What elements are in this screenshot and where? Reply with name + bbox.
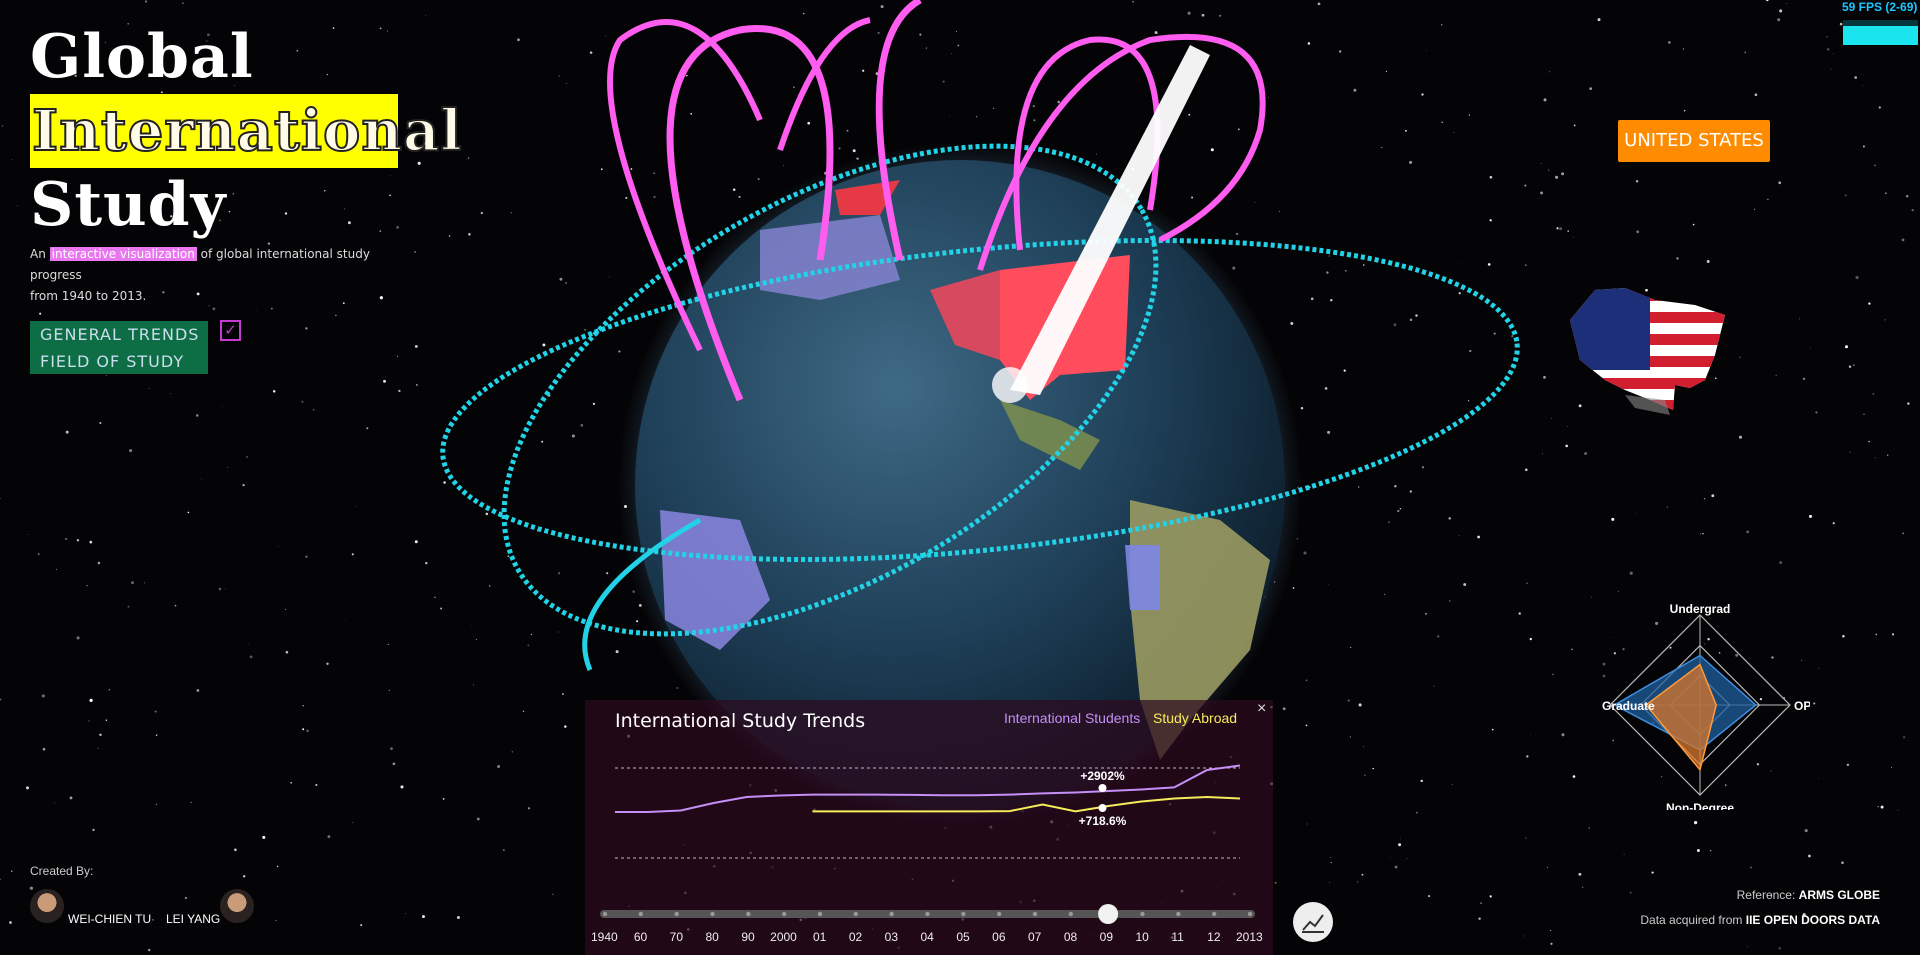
slider-tick <box>638 911 644 917</box>
menu-general-trends[interactable]: GENERAL TRENDS <box>30 321 208 348</box>
slider-tick <box>1211 911 1217 917</box>
country-selector-button[interactable]: UNITED STATES <box>1618 120 1770 162</box>
year-slider[interactable] <box>600 900 1260 930</box>
line-chart-icon <box>1302 914 1324 933</box>
timeline-year-label[interactable]: 12 <box>1207 930 1220 944</box>
slider-handle[interactable] <box>1098 904 1119 924</box>
timeline-year-label[interactable]: 2013 <box>1236 930 1263 944</box>
timeline-year-label[interactable]: 05 <box>956 930 969 944</box>
title-global: Global <box>30 22 254 92</box>
subtitle-highlight: interactive visualization <box>49 247 197 261</box>
timeline-year-label[interactable]: 70 <box>670 930 683 944</box>
data-source-label: Data acquired from <box>1640 913 1746 927</box>
avatar-lei-yang <box>220 889 254 923</box>
slider-tick <box>602 911 608 917</box>
view-menu: GENERAL TRENDS FIELD OF STUDY <box>30 321 208 374</box>
slider-tick <box>961 911 966 917</box>
reference-link[interactable]: ARMS GLOBE <box>1799 888 1880 902</box>
general-trends-checkbox[interactable]: ✓ <box>220 320 241 341</box>
timeline-year-label[interactable]: 06 <box>992 930 1005 944</box>
slider-tick <box>817 911 823 917</box>
slider-tick <box>925 911 930 917</box>
degree-radar-chart: Undergrad OPT Non-Degree Graduate <box>1602 602 1810 810</box>
timeline-year-label[interactable]: 07 <box>1028 930 1041 944</box>
trend-annotation-a: +2902% <box>1080 769 1125 783</box>
trend-annotation-b: +718.6% <box>1079 814 1127 828</box>
timeline-year-label[interactable]: 90 <box>741 930 754 944</box>
reference-label: Reference: <box>1736 888 1799 902</box>
created-by-label: Created By: <box>30 864 94 878</box>
timeline-year-label[interactable]: 02 <box>849 930 862 944</box>
slider-tick <box>1032 911 1038 917</box>
country-flag-map <box>1570 288 1725 415</box>
subtitle: An interactive visualization of global i… <box>30 244 390 307</box>
arc-origin-glow <box>992 367 1028 403</box>
timeline-year-label[interactable]: 1940 <box>591 930 618 944</box>
author-2: LEI YANG <box>166 912 221 926</box>
timeline-year-label[interactable]: 2000 <box>770 930 797 944</box>
trend-marker-b <box>1098 804 1107 812</box>
slider-tick <box>674 911 679 917</box>
chart-toggle-button[interactable] <box>1293 902 1333 942</box>
radar-label-undergrad: Undergrad <box>1670 602 1731 616</box>
trend-series-international-students <box>615 764 1241 813</box>
trend-marker-a <box>1098 784 1107 792</box>
timeline-year-label[interactable]: 01 <box>813 930 826 944</box>
avatar-wei-chien-tu <box>30 889 64 923</box>
slider-tick <box>1176 911 1181 917</box>
radar-label-non-degree: Non-Degree <box>1666 801 1734 810</box>
slider-tick <box>1247 911 1253 917</box>
subtitle-text-2: from 1940 to 2013. <box>30 289 147 303</box>
slider-tick <box>853 911 859 917</box>
landmass-highlight <box>1125 545 1160 610</box>
fps-graph-fill <box>1843 26 1918 45</box>
slider-tick <box>710 911 715 917</box>
timeline-year-label[interactable]: 03 <box>885 930 898 944</box>
timeline-year-label[interactable]: 11 <box>1171 930 1183 944</box>
radar-label-graduate: Graduate <box>1602 699 1655 713</box>
trend-series-study-abroad <box>812 795 1241 813</box>
timeline-year-label[interactable]: 10 <box>1136 930 1149 944</box>
radar-label-opt: OPT <box>1794 699 1810 713</box>
slider-tick <box>781 911 787 917</box>
fps-counter: 59 FPS (2-69) <box>1842 0 1918 14</box>
reference-line: Reference: ARMS GLOBE <box>1737 888 1880 902</box>
data-source-line: Data acquired from IIE OPEN DOORS DATA <box>1640 913 1880 927</box>
author-separator: · <box>151 912 155 926</box>
timeline-year-label[interactable]: 80 <box>706 930 719 944</box>
timeline-year-label[interactable]: 09 <box>1100 930 1113 944</box>
timeline-year-label[interactable]: 04 <box>921 930 934 944</box>
data-source-link[interactable]: IIE OPEN DOORS DATA <box>1746 913 1880 927</box>
author-1: WEI-CHIEN TU <box>68 912 152 926</box>
menu-field-of-study[interactable]: FIELD OF STUDY <box>30 348 208 375</box>
slider-tick <box>996 911 1002 917</box>
title-international: International <box>31 97 463 165</box>
slider-tick <box>746 911 751 917</box>
timeline-year-label[interactable]: 60 <box>634 930 647 944</box>
title-study: Study <box>30 170 227 240</box>
fps-graph <box>1843 20 1918 45</box>
slider-tick <box>1068 911 1074 917</box>
slider-tick <box>889 911 894 917</box>
subtitle-prefix: An <box>30 247 50 261</box>
timeline-year-label[interactable]: 08 <box>1064 930 1077 944</box>
slider-tick <box>1140 911 1145 917</box>
